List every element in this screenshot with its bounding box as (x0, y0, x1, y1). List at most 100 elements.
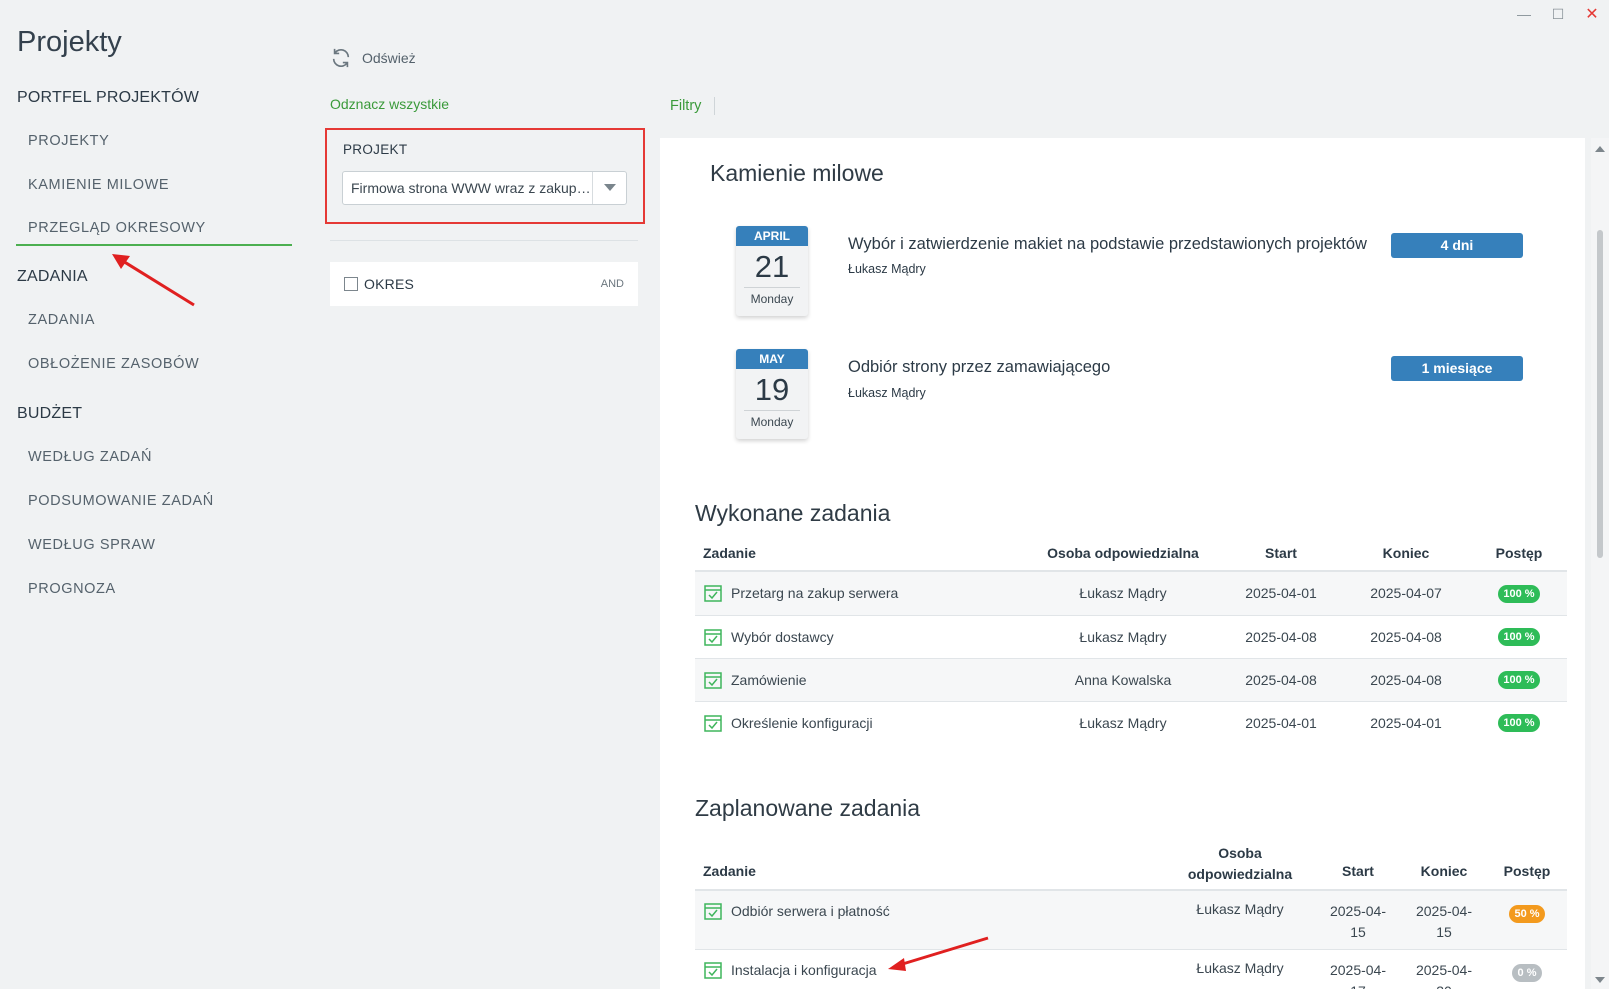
milestone-day: 21 (754, 249, 790, 284)
milestone-day: 19 (754, 372, 790, 407)
sidebar: Projekty PORTFEL PROJEKTÓW PROJEKTY KAMI… (0, 0, 300, 989)
column-header[interactable]: Koniec (1401, 838, 1487, 890)
project-select-value: Firmowa strona WWW wraz z zakupem serwer… (351, 180, 592, 196)
section-portfel: PORTFEL PROJEKTÓW (17, 89, 200, 106)
table-row[interactable]: Odbiór serwera i płatność Łukasz Mądry 2… (695, 889, 1567, 949)
section-zadania: ZADANIA (17, 268, 88, 285)
filters-button[interactable]: Filtry (670, 98, 701, 114)
task-icon (704, 961, 722, 979)
chevron-down-icon[interactable] (592, 172, 626, 204)
sidebar-item-prognoza[interactable]: PROGNOZA (28, 581, 116, 597)
project-select[interactable]: Firmowa strona WWW wraz z zakupem serwer… (342, 171, 627, 205)
column-header[interactable]: Osoba odpowiedzialna (1165, 838, 1315, 890)
task-name: Odbiór serwera i płatność (731, 903, 890, 919)
column-header[interactable]: Start (1315, 838, 1401, 890)
task-start: 2025-04- 15 (1315, 889, 1401, 949)
task-person: Łukasz Mądry (1165, 948, 1315, 989)
table-row[interactable]: Określenie konfiguracji Łukasz Mądry 202… (695, 700, 1567, 744)
task-person: Anna Kowalska (1025, 657, 1221, 701)
filter-divider (330, 240, 638, 241)
task-end: 2025-04-08 (1341, 614, 1471, 658)
task-name: Wybór dostawcy (731, 628, 834, 645)
column-header[interactable]: Postęp (1471, 535, 1567, 571)
task-done-icon (704, 715, 722, 732)
period-checkbox[interactable] (344, 277, 358, 291)
task-name: Instalacja i konfiguracja (731, 961, 877, 978)
sidebar-item-wedlug-spraw[interactable]: WEDŁUG SPRAW (28, 537, 156, 553)
task-name: Zamówienie (731, 671, 807, 688)
column-header[interactable]: Start (1221, 535, 1341, 571)
select-all-link[interactable]: Odznacz wszystkie (330, 96, 449, 112)
sidebar-item-projekty[interactable]: PROJEKTY (28, 133, 109, 149)
column-header[interactable]: Koniec (1341, 535, 1471, 571)
task-done-icon (704, 585, 722, 602)
sidebar-item-obciazenie-zasobow[interactable]: OBŁOŻENIE ZASOBÓW (28, 356, 199, 372)
column-header[interactable]: Postęp (1487, 838, 1567, 890)
task-end: 2025-04-30 (1401, 948, 1487, 989)
progress-badge: 50 % (1509, 905, 1545, 923)
project-filter-label: PROJEKT (343, 142, 408, 157)
minimize-button[interactable]: — (1507, 0, 1541, 28)
sidebar-item-przeglad-okresowy[interactable]: PRZEGLĄD OKRESOWY (28, 220, 206, 236)
vertical-scrollbar[interactable] (1591, 138, 1609, 989)
done-tasks-heading: Wykonane zadania (695, 500, 891, 526)
report-panel: Kamienie milowe APRIL 21 Monday Wybór i … (660, 138, 1585, 989)
task-done-icon (704, 671, 722, 689)
milestone-badge: 4 dni (1391, 233, 1523, 258)
app-title: Projekty (17, 26, 122, 58)
task-start: 2025-04-01 (1221, 700, 1341, 744)
task-name: Przetarg na zakup serwera (731, 585, 899, 602)
sidebar-item-kamienie-milowe[interactable]: KAMIENIE MILOWE (28, 177, 169, 193)
refresh-label: Odśwież (362, 50, 416, 66)
task-icon (704, 903, 722, 920)
table-row[interactable]: Instalacja i konfiguracja Łukasz Mądry 2… (695, 948, 1567, 989)
maximize-button[interactable]: ☐ (1541, 0, 1575, 28)
column-header[interactable]: Osoba odpowiedzialna (1025, 535, 1221, 571)
milestone-month: MAY (736, 349, 808, 369)
task-end: 2025-04-08 (1341, 657, 1471, 701)
planned-tasks-table: Zadanie Osoba odpowiedzialna Start Konie… (695, 838, 1567, 989)
milestone-weekday: Monday (750, 292, 794, 306)
task-end: 2025-04- 15 (1401, 889, 1487, 949)
active-item-underline (16, 244, 292, 246)
scroll-thumb[interactable] (1597, 230, 1603, 558)
task-person: Łukasz Mądry (1025, 570, 1221, 615)
task-person: Łukasz Mądry (1165, 889, 1315, 949)
done-tasks-table: Zadanie Osoba odpowiedzialna Start Konie… (695, 535, 1567, 744)
task-person: Łukasz Mądry (1025, 700, 1221, 744)
progress-badge: 0 % (1512, 963, 1542, 982)
scroll-down-icon[interactable] (1595, 977, 1605, 983)
table-row[interactable]: Wybór dostawcy Łukasz Mądry 2025-04-08 2… (695, 614, 1567, 658)
table-row[interactable]: Zamówienie Anna Kowalska 2025-04-08 2025… (695, 657, 1567, 701)
task-done-icon (704, 628, 722, 646)
task-end: 2025-04-07 (1341, 570, 1471, 615)
period-filter: OKRES AND (330, 262, 638, 306)
milestone-person: Łukasz Mądry (848, 262, 926, 276)
table-row[interactable]: Przetarg na zakup serwera Łukasz Mądry 2… (695, 570, 1567, 615)
task-end: 2025-04-01 (1341, 700, 1471, 744)
sidebar-item-podsumowanie-zadan[interactable]: PODSUMOWANIE ZADAŃ (28, 493, 214, 509)
milestones-heading: Kamienie milowe (710, 160, 884, 186)
column-header[interactable]: Zadanie (695, 535, 1025, 571)
progress-badge: 100 % (1498, 584, 1540, 603)
refresh-icon (332, 48, 350, 68)
planned-tasks-heading: Zaplanowane zadania (695, 795, 921, 821)
refresh-button[interactable]: Odśwież (330, 47, 416, 69)
progress-badge: 100 % (1498, 671, 1540, 689)
scroll-up-icon[interactable] (1595, 146, 1605, 152)
sidebar-item-wedlug-zadan[interactable]: WEDŁUG ZADAŃ (28, 449, 152, 465)
progress-badge: 100 % (1498, 628, 1540, 646)
close-button[interactable]: ✕ (1575, 0, 1609, 28)
milestone-title: Odbiór strony przez zamawiającego (848, 358, 1111, 376)
milestone-person: Łukasz Mądry (848, 386, 926, 400)
milestone-date-card: MAY 19 Monday (736, 349, 808, 439)
progress-badge: 100 % (1498, 714, 1540, 733)
task-start: 2025-04-08 (1221, 657, 1341, 701)
column-header[interactable]: Zadanie (695, 838, 1165, 890)
and-toggle[interactable]: AND (601, 278, 624, 290)
filters-separator (714, 97, 715, 115)
sidebar-item-zadania[interactable]: ZADANIA (28, 312, 95, 328)
task-start: 2025-04-17 (1315, 948, 1401, 989)
milestone-month: APRIL (736, 226, 808, 246)
task-start: 2025-04-01 (1221, 570, 1341, 615)
